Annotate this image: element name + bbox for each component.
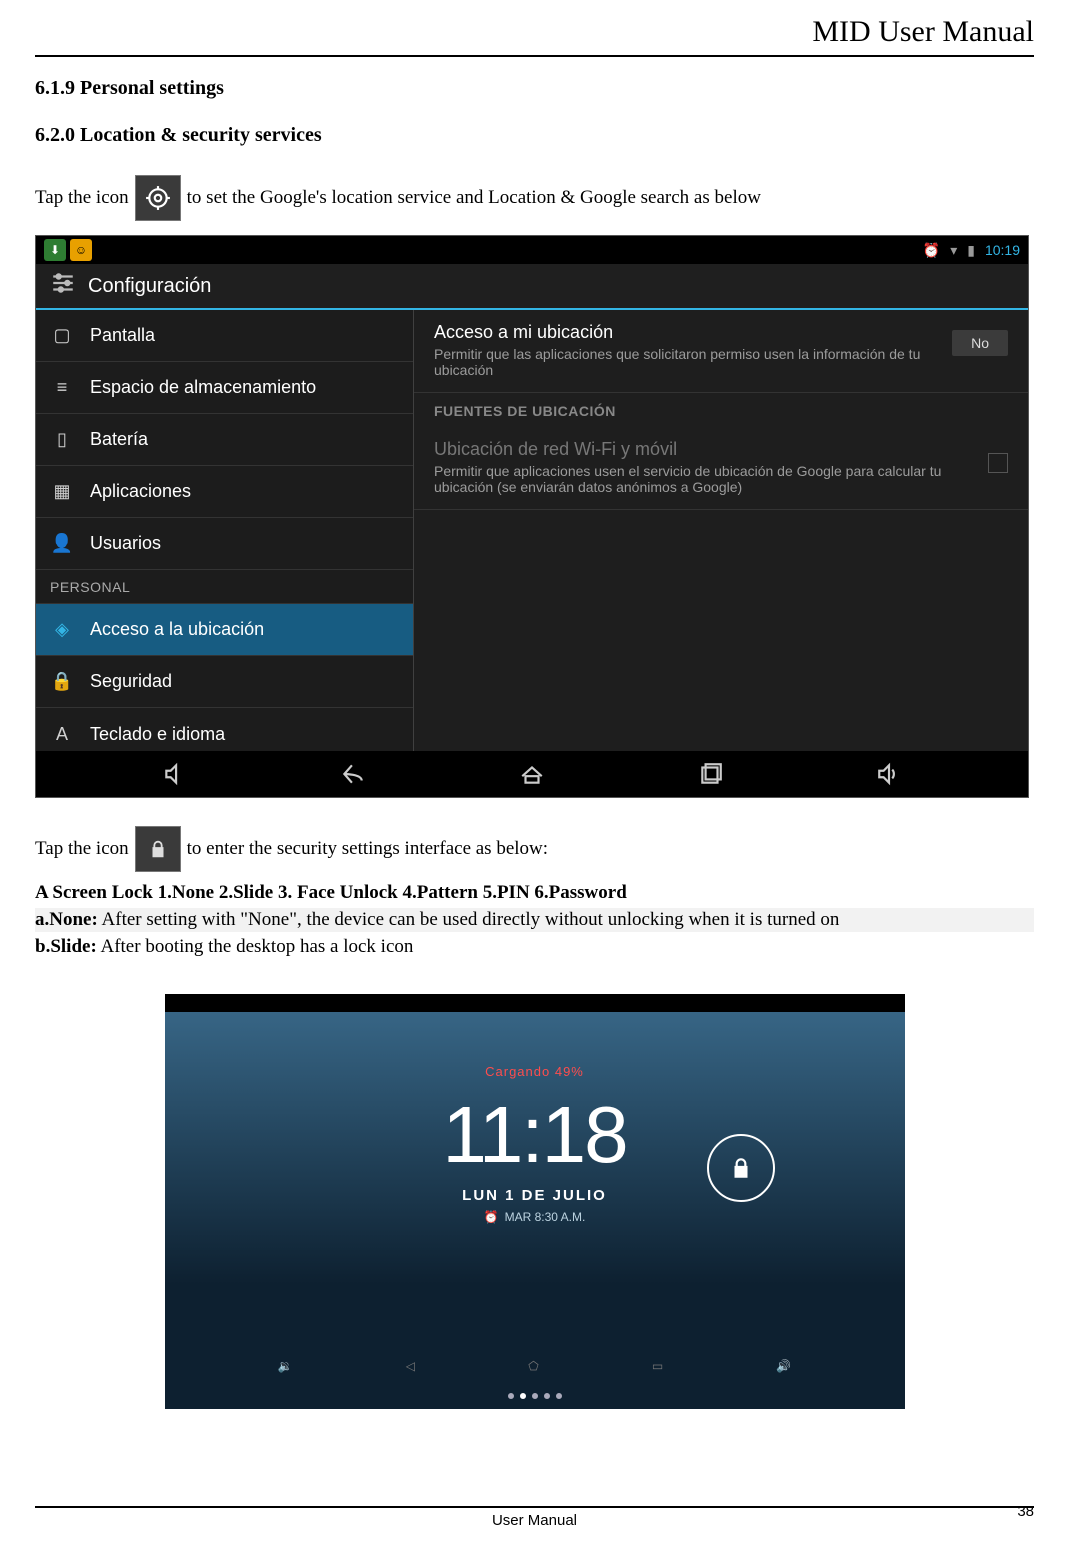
status-notif-icon: ☺ bbox=[70, 239, 92, 261]
screen-lock-line: A Screen Lock 1.None 2.Slide 3. Face Unl… bbox=[35, 882, 1034, 904]
display-icon: ▢ bbox=[50, 325, 74, 346]
page-dot bbox=[508, 1393, 514, 1399]
alarm-icon: ⏰ bbox=[923, 242, 940, 259]
status-left-icons: ⬇ ☺ bbox=[44, 239, 92, 261]
wifi-icon: ▾ bbox=[950, 242, 957, 259]
a-none-line: a.None: After setting with "None", the d… bbox=[35, 908, 1034, 932]
nav-recents-button[interactable] bbox=[671, 761, 751, 787]
nav-back-button[interactable] bbox=[313, 761, 393, 787]
settings-title: Configuración bbox=[88, 275, 211, 298]
tap-line-2-post: to enter the security settings interface… bbox=[187, 838, 548, 860]
location-access-toggle[interactable]: Acceso a mi ubicación Permitir que las a… bbox=[414, 310, 1028, 393]
nav-home-button[interactable]: ⬠ bbox=[528, 1359, 538, 1373]
wifi-location-desc: Permitir que aplicaciones usen el servic… bbox=[434, 463, 954, 495]
users-icon: 👤 bbox=[50, 533, 74, 554]
lock-icon: 🔒 bbox=[50, 671, 74, 692]
wifi-location-row: Ubicación de red Wi-Fi y móvil Permitir … bbox=[414, 427, 1028, 510]
tap-line-2-pre: Tap the icon bbox=[35, 838, 129, 860]
lockscreen-alarm: ⏰ MAR 8:30 A.M. bbox=[484, 1210, 586, 1224]
keyboard-icon: A bbox=[50, 724, 74, 745]
storage-icon: ≡ bbox=[50, 377, 74, 398]
a-none-label: a.None: bbox=[35, 909, 98, 930]
sidebar-item-security[interactable]: 🔒 Seguridad bbox=[36, 656, 413, 708]
alarm-icon: ⏰ bbox=[484, 1210, 499, 1224]
a-none-text: After setting with "None", the device ca… bbox=[98, 909, 840, 930]
charging-label: Cargando 49% bbox=[485, 1064, 584, 1079]
sidebar-item-battery[interactable]: ▯ Batería bbox=[36, 414, 413, 466]
doc-header-title: MID User Manual bbox=[35, 15, 1034, 49]
lockscreen-screenshot: Cargando 49% 11:18 LUN 1 DE JULIO ⏰ MAR … bbox=[165, 994, 905, 1409]
settings-sliders-icon bbox=[50, 270, 76, 302]
sidebar-item-storage[interactable]: ≡ Espacio de almacenamiento bbox=[36, 362, 413, 414]
page-indicator bbox=[165, 1393, 905, 1399]
settings-screenshot: ⬇ ☺ ⏰ ▾ ▮ 10:19 Configuración ▢ Pantalla bbox=[35, 235, 1029, 798]
location-sources-header: FUENTES DE UBICACIÓN bbox=[414, 393, 1028, 427]
wifi-location-title: Ubicación de red Wi-Fi y móvil bbox=[434, 439, 954, 460]
page-footer: User Manual 38 bbox=[35, 1506, 1034, 1530]
location-icon: ◈ bbox=[50, 619, 74, 640]
tap-line-1-pre: Tap the icon bbox=[35, 187, 129, 209]
sidebar-item-label: Pantalla bbox=[90, 325, 155, 346]
lockscreen-time: 11:18 bbox=[442, 1089, 626, 1181]
status-notif-icon: ⬇ bbox=[44, 239, 66, 261]
lockscreen-alarm-text: MAR 8:30 A.M. bbox=[505, 1210, 586, 1224]
nav-back-button[interactable]: ◁ bbox=[406, 1359, 415, 1373]
lockscreen-date: LUN 1 DE JULIO bbox=[462, 1187, 607, 1204]
page-dot bbox=[544, 1393, 550, 1399]
sidebar-item-label: Aplicaciones bbox=[90, 481, 191, 502]
nav-recents-button[interactable]: ▭ bbox=[652, 1359, 663, 1373]
settings-detail-panel: Acceso a mi ubicación Permitir que las a… bbox=[414, 310, 1028, 751]
sidebar-item-label: Espacio de almacenamiento bbox=[90, 377, 316, 398]
lockscreen-statusbar bbox=[165, 994, 905, 1012]
tap-line-1-post: to set the Google's location service and… bbox=[187, 187, 761, 209]
page-dot bbox=[556, 1393, 562, 1399]
nav-vol-down-button[interactable]: 🔉 bbox=[278, 1359, 293, 1373]
footer-label: User Manual bbox=[492, 1512, 577, 1529]
sidebar-item-location[interactable]: ◈ Acceso a la ubicación bbox=[36, 604, 413, 656]
nav-vol-up-button[interactable] bbox=[849, 761, 929, 787]
page-dot-active bbox=[520, 1393, 526, 1399]
apps-icon: ▦ bbox=[50, 481, 74, 502]
top-rule bbox=[35, 55, 1034, 57]
nav-bar bbox=[36, 751, 1028, 797]
location-access-desc: Permitir que las aplicaciones que solici… bbox=[434, 346, 952, 378]
status-right: ⏰ ▾ ▮ 10:19 bbox=[923, 242, 1020, 259]
sidebar-item-label: Teclado e idioma bbox=[90, 724, 225, 745]
battery-icon: ▯ bbox=[50, 429, 74, 450]
tap-line-2: Tap the icon to enter the security setti… bbox=[35, 826, 1034, 872]
nav-vol-up-button[interactable]: 🔊 bbox=[776, 1359, 791, 1373]
location-icon bbox=[135, 175, 181, 221]
lock-icon bbox=[135, 826, 181, 872]
settings-sidebar: ▢ Pantalla ≡ Espacio de almacenamiento ▯… bbox=[36, 310, 414, 751]
sidebar-item-label: Batería bbox=[90, 429, 148, 450]
section-6-1-9: 6.1.9 Personal settings bbox=[35, 77, 1034, 100]
tap-line-1: Tap the icon to set the Google's locatio… bbox=[35, 175, 1034, 221]
b-slide-label: b.Slide: bbox=[35, 936, 97, 957]
sidebar-item-label: Acceso a la ubicación bbox=[90, 619, 264, 640]
settings-titlebar: Configuración bbox=[36, 264, 1028, 310]
unlock-handle[interactable] bbox=[707, 1134, 775, 1202]
status-clock: 10:19 bbox=[985, 242, 1020, 258]
status-bar: ⬇ ☺ ⏰ ▾ ▮ 10:19 bbox=[36, 236, 1028, 264]
battery-icon: ▮ bbox=[967, 242, 975, 259]
section-6-2-0: 6.2.0 Location & security services bbox=[35, 124, 1034, 147]
b-slide-line: b.Slide: After booting the desktop has a… bbox=[35, 936, 1034, 958]
nav-vol-down-button[interactable] bbox=[135, 761, 215, 787]
sidebar-item-users[interactable]: 👤 Usuarios bbox=[36, 518, 413, 570]
b-slide-text: After booting the desktop has a lock ico… bbox=[97, 936, 414, 957]
checkbox-disabled bbox=[988, 453, 1008, 473]
page-dot bbox=[532, 1393, 538, 1399]
sidebar-item-label: Usuarios bbox=[90, 533, 161, 554]
footer-rule bbox=[35, 1506, 1034, 1508]
location-access-title: Acceso a mi ubicación bbox=[434, 322, 952, 343]
sidebar-personal-header: PERSONAL bbox=[36, 570, 413, 604]
nav-home-button[interactable] bbox=[492, 761, 572, 787]
page-number: 38 bbox=[1017, 1503, 1034, 1520]
sidebar-item-display[interactable]: ▢ Pantalla bbox=[36, 310, 413, 362]
sidebar-item-label: Seguridad bbox=[90, 671, 172, 692]
sidebar-item-apps[interactable]: ▦ Aplicaciones bbox=[36, 466, 413, 518]
toggle-off[interactable]: No bbox=[952, 330, 1008, 356]
lockscreen-navbar: 🔉 ◁ ⬠ ▭ 🔊 bbox=[165, 1349, 905, 1383]
sidebar-item-language[interactable]: A Teclado e idioma bbox=[36, 708, 413, 751]
